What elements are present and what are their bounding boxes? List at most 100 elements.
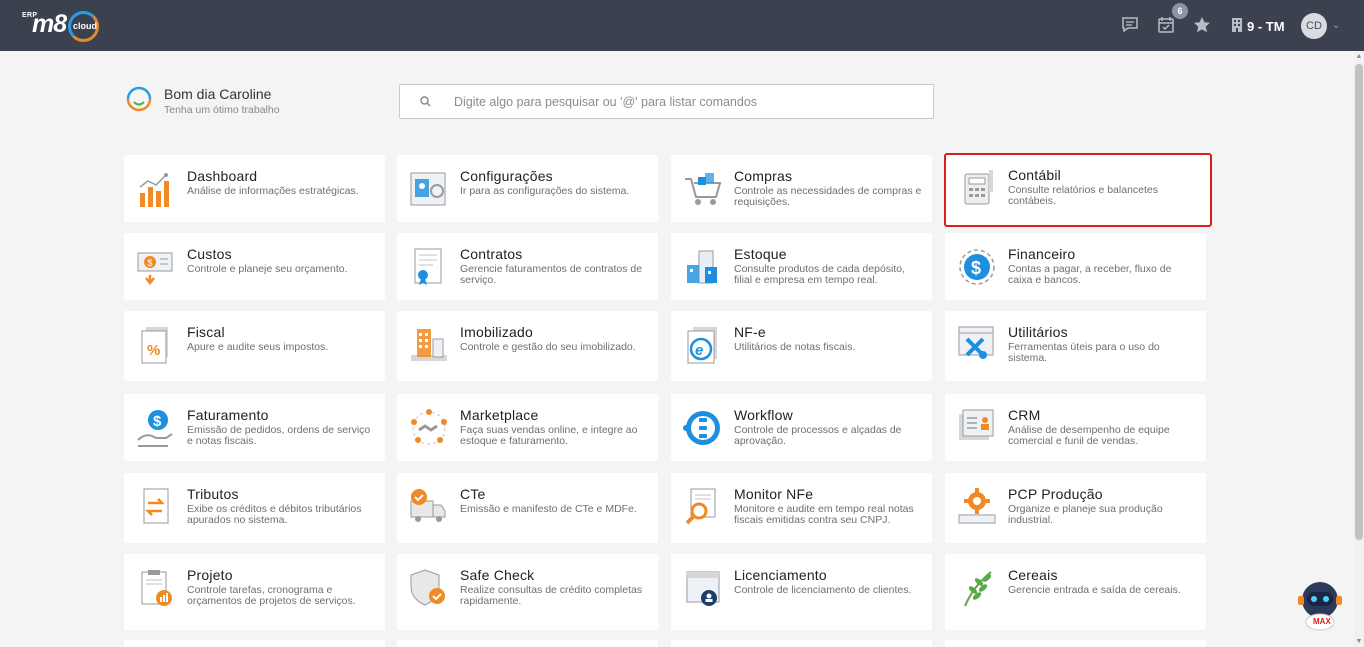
contacts-icon [957,408,997,448]
module-card-tributos[interactable]: Tributos Exibe os créditos e débitos trib… [124,473,385,543]
svg-text:$: $ [971,258,981,278]
module-card-cereais[interactable]: Cereais Gerencie entrada e saída de cerea… [945,554,1206,630]
module-description: Controle tarefas, cronograma e orçamento… [187,584,356,607]
star-icon[interactable] [1191,14,1213,36]
module-description: Contas a pagar, a receber, fluxo de caix… [1008,263,1172,286]
module-title: Contábil [1008,167,1061,183]
module-card-crm[interactable]: CRM Análise de desempenho de equipe comer… [945,394,1206,461]
module-card-licenciamento[interactable]: Licenciamento Controle de licenciamento d… [671,554,932,630]
plant-icon [957,568,997,608]
module-card-estoque[interactable]: Estoque Consulte produtos de cada depósit… [671,233,932,300]
module-description: Organize e planeje sua produção industri… [1008,503,1163,526]
module-title: PCP Produção [1008,486,1103,502]
building-icon [409,325,449,365]
chart-icon [136,169,176,209]
module-card-marketplace[interactable]: Marketplace Faça suas vendas online, e in… [397,394,658,461]
module-description: Consulte relatórios e balancetes contábe… [1008,184,1159,207]
gear-production-icon [957,487,997,527]
module-card-utilitarios[interactable]: Utilitários Ferramentas úteis para o uso … [945,311,1206,381]
max-assistant-robot[interactable]: MAX [1295,578,1345,632]
module-title: Marketplace [460,407,539,423]
scroll-up-arrow-icon[interactable]: ▲ [1355,53,1363,61]
module-description: Realize consultas de crédito completas r… [460,584,643,607]
module-description: Ferramentas úteis para o uso do sistema. [1008,341,1160,364]
tools-icon [957,325,997,365]
workflow-icon [683,408,723,448]
chevron-down-icon[interactable]: ⌄ [1332,20,1340,31]
module-title: Monitor NFe [734,486,814,502]
svg-text:e: e [695,342,703,359]
notification-badge: 6 [1172,3,1188,19]
module-card-partial[interactable] [397,640,658,647]
module-card-partial[interactable] [671,640,932,647]
module-title: Fiscal [187,324,225,340]
module-description: Controle e gestão do seu imobilizado. [460,341,636,353]
module-title: Projeto [187,567,233,583]
module-card-cte[interactable]: CTe Emissão e manifesto de CTe e MDFe. [397,473,658,543]
module-description: Análise de desempenho de equipe comercia… [1008,424,1170,447]
module-card-pcp-producao[interactable]: PCP Produção Organize e planeje sua produ… [945,473,1206,543]
settings-panel-icon [409,169,449,209]
module-card-nf-e[interactable]: e NF-e Utilitários de notas fiscais. [671,311,932,381]
module-description: Gerencie entrada e saída de cereais. [1008,584,1181,596]
module-card-partial[interactable] [945,640,1206,647]
search-box[interactable] [399,84,934,119]
module-title: Faturamento [187,407,269,423]
truck-icon [409,487,449,527]
greeting-subtitle: Tenha um ótimo trabalho [164,104,280,116]
dollar-circle-icon: $ [957,247,997,287]
calculator-icon [957,168,997,208]
module-card-contratos[interactable]: Contratos Gerencie faturamentos de contra… [397,233,658,300]
module-card-configuracoes[interactable]: Configurações Ir para as configurações do… [397,155,658,222]
search-input[interactable] [454,94,914,109]
calendar-check-icon[interactable] [1155,14,1177,36]
module-title: Tributos [187,486,239,502]
scroll-down-arrow-icon[interactable]: ▼ [1355,638,1363,646]
module-description: Exibe os créditos e débitos tributários … [187,503,362,526]
module-card-monitor-nfe[interactable]: Monitor NFe Monitore e audite em tempo re… [671,473,932,543]
module-card-imobilizado[interactable]: Imobilizado Controle e gestão do seu imob… [397,311,658,381]
module-title: CTe [460,486,486,502]
module-description: Controle de processos e alçadas de aprov… [734,424,902,447]
chat-icon[interactable] [1119,14,1141,36]
greeting-smile-icon [124,84,154,114]
module-description: Gerencie faturamentos de contratos de se… [460,263,643,286]
module-title: Custos [187,246,232,262]
module-card-dashboard[interactable]: Dashboard Análise de informações estratég… [124,155,385,222]
module-description: Ir para as configurações do sistema. [460,185,630,197]
module-description: Emissão e manifesto de CTe e MDFe. [460,503,637,515]
module-card-custos[interactable]: $ Custos Controle e planeje seu orçamento. [124,233,385,300]
module-description: Controle de licenciamento de clientes. [734,584,912,596]
module-card-workflow[interactable]: Workflow Controle de processos e alçadas … [671,394,932,461]
module-card-faturamento[interactable]: $ Faturamento Emissão de pedidos, ordens d… [124,394,385,461]
company-selector[interactable]: 9 - TM [1231,16,1285,36]
e-document-icon: e [683,325,723,365]
module-card-projeto[interactable]: Projeto Controle tarefas, cronograma e or… [124,554,385,630]
module-description: Faça suas vendas online, e integre ao es… [460,424,638,447]
module-card-contabil[interactable]: Contábil Consulte relatórios e balancetes… [944,153,1212,227]
cart-icon [683,169,723,209]
module-card-fiscal[interactable]: % Fiscal Apure e audite seus impostos. [124,311,385,381]
module-description: Utilitários de notas fiscais. [734,341,856,353]
module-description: Controle e planeje seu orçamento. [187,263,348,275]
module-card-compras[interactable]: Compras Controle as necessidades de compr… [671,155,932,222]
tax-document-icon: % [136,325,176,365]
search-icon [418,95,432,109]
max-label: MAX [1313,617,1331,626]
module-card-partial[interactable] [124,640,385,647]
module-title: NF-e [734,324,766,340]
module-description: Controle as necessidades de compras e re… [734,185,922,208]
module-description: Emissão de pedidos, ordens de serviço e … [187,424,371,447]
module-card-financeiro[interactable]: $ Financeiro Contas a pagar, a receber, fl… [945,233,1206,300]
module-card-safe-check[interactable]: Safe Check Realize consultas de crédito c… [397,554,658,630]
module-title: Utilitários [1008,324,1068,340]
user-avatar[interactable]: CD [1301,13,1327,39]
module-title: Workflow [734,407,793,423]
scrollbar-thumb[interactable] [1355,64,1363,540]
greeting-title: Bom dia Caroline [164,86,272,102]
app-logo[interactable]: ERP m8 cloud [22,8,104,44]
module-title: Estoque [734,246,787,262]
module-title: CRM [1008,407,1041,423]
svg-text:$: $ [148,258,153,268]
module-title: Dashboard [187,168,258,184]
